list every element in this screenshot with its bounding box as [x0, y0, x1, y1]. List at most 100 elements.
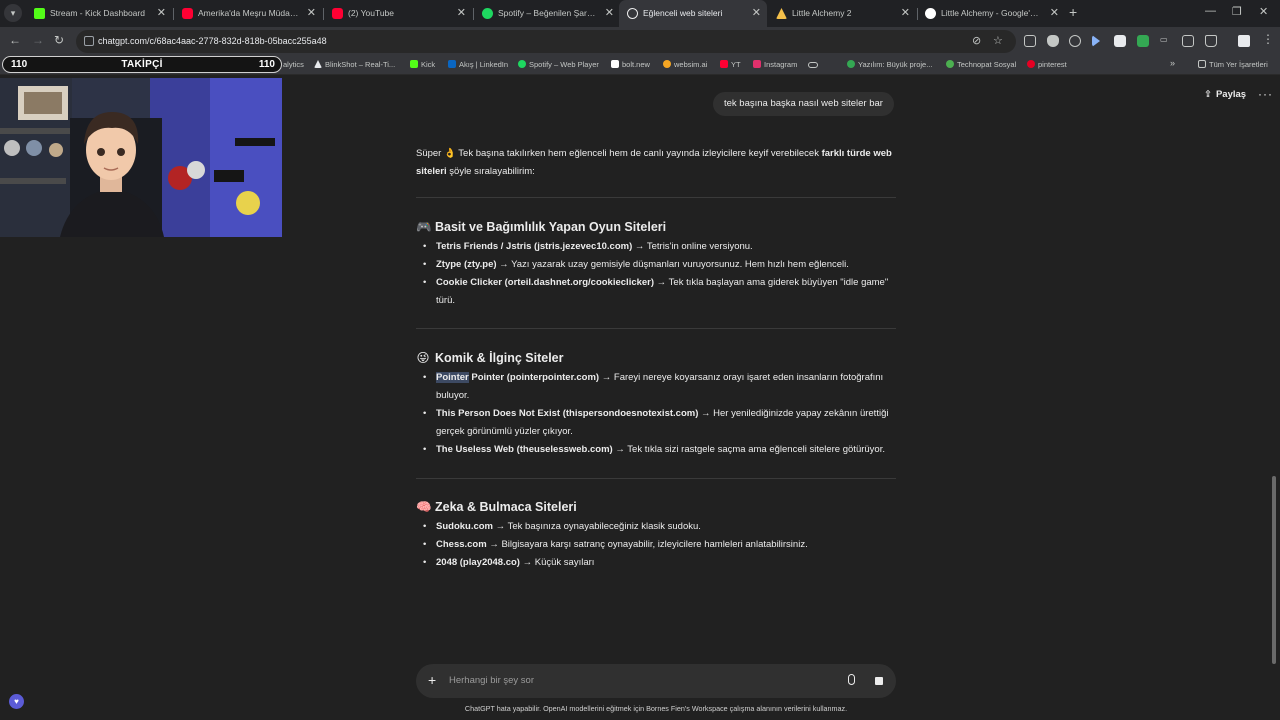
- bookmark-websim[interactable]: websim.ai: [663, 60, 707, 69]
- stop-icon: [875, 677, 883, 685]
- section-heading: 😜 Komik & İlginç Siteler: [416, 351, 564, 365]
- divider: [416, 197, 896, 198]
- close-icon[interactable]: ✕: [901, 6, 910, 19]
- tab-search-button[interactable]: ▾: [4, 4, 22, 22]
- tab-google-search[interactable]: Little Alchemy - Google'da Ara ✕: [917, 0, 1065, 27]
- url-text[interactable]: chatgpt.com/c/68ac4aac-2778-832d-818b-05…: [98, 36, 327, 46]
- prompt-input[interactable]: Herhangi bir şey sor: [449, 675, 534, 686]
- bookmark-linkedin[interactable]: Akış | LinkedIn: [448, 60, 508, 69]
- divider: [416, 328, 896, 329]
- bookmark-analytics[interactable]: alytics: [283, 60, 304, 69]
- tab-strip: ▾ Stream - Kick Dashboard ✕ Amerika'da M…: [0, 0, 1280, 27]
- list-item: 2048 (play2048.co) → Küçük sayıları: [416, 554, 896, 572]
- address-bar[interactable]: chatgpt.com/c/68ac4aac-2778-832d-818b-05…: [76, 30, 1016, 53]
- help-bubble-icon[interactable]: ♥: [9, 694, 24, 709]
- bolt-icon: [611, 60, 619, 68]
- list-item: Tetris Friends / Jstris (jstris.jezevec1…: [416, 238, 896, 256]
- site-name[interactable]: Pointer (pointerpointer.com): [469, 372, 599, 383]
- close-icon[interactable]: ✕: [157, 6, 166, 19]
- site-name[interactable]: Sudoku.com: [436, 521, 493, 532]
- sidebar-icon[interactable]: [1182, 35, 1194, 47]
- site-name[interactable]: Tetris Friends / Jstris (jstris.jezevec1…: [436, 241, 632, 252]
- list-item: The Useless Web (theuselessweb.com) → Te…: [416, 441, 896, 459]
- close-icon[interactable]: ✕: [752, 6, 761, 19]
- follower-label: TAKİPÇİ: [121, 59, 163, 70]
- alchemy-icon: [776, 8, 787, 19]
- more-options-icon[interactable]: ···: [1258, 87, 1273, 101]
- forward-button[interactable]: →: [32, 33, 44, 47]
- close-icon[interactable]: ✕: [457, 6, 466, 19]
- list-item: This Person Does Not Exist (thispersondo…: [416, 405, 896, 441]
- restore-button[interactable]: ❐: [1232, 5, 1242, 18]
- microphone-icon[interactable]: [848, 674, 855, 685]
- share-button[interactable]: ⇪ Paylaş: [1204, 89, 1246, 100]
- site-name[interactable]: 2048 (play2048.co): [436, 557, 520, 568]
- bookmark-blinkshot[interactable]: BlinkShot – Real-Ti...: [314, 60, 395, 69]
- bookmark-yt[interactable]: YT: [720, 60, 741, 69]
- technopat-icon: [946, 60, 954, 68]
- site-name[interactable]: This Person Does Not Exist (thispersondo…: [436, 408, 698, 419]
- reload-button[interactable]: ↻: [54, 33, 64, 47]
- bookmark-kick[interactable]: Kick: [410, 60, 435, 69]
- google-icon: [925, 8, 936, 19]
- tab-youtube[interactable]: (2) YouTube ✕: [324, 0, 472, 27]
- game-controller-icon: 🎮: [416, 220, 432, 234]
- tab-chatgpt-active[interactable]: Eğlenceli web siteleri ✕: [619, 0, 767, 27]
- all-bookmarks-button[interactable]: Tüm Yer İşaretleri: [1198, 60, 1268, 69]
- browser-toolbar: ← → ↻ chatgpt.com/c/68ac4aac-2778-832d-8…: [0, 27, 1280, 56]
- spotify-icon: [482, 8, 493, 19]
- close-icon[interactable]: ✕: [1050, 6, 1059, 19]
- bookmarks-overflow-icon[interactable]: »: [1170, 58, 1175, 68]
- tab-youtube-video[interactable]: Amerika'da Meşru Müdafaa - Y ✕: [174, 0, 322, 27]
- lens-extension-icon[interactable]: [1024, 35, 1036, 47]
- new-tab-button[interactable]: +: [1069, 4, 1077, 20]
- site-list: Tetris Friends / Jstris (jstris.jezevec1…: [416, 238, 896, 310]
- extension-icon[interactable]: [1069, 35, 1081, 47]
- eye-off-icon[interactable]: ⊘: [972, 34, 981, 47]
- bookmark-bolt[interactable]: bolt.new: [611, 60, 650, 69]
- prompt-composer[interactable]: + Herhangi bir şey sor: [416, 664, 896, 698]
- selected-text[interactable]: Pointer: [436, 372, 469, 383]
- play-extension-icon[interactable]: [1092, 35, 1100, 47]
- chatgpt-icon: [627, 8, 638, 19]
- puzzle-icon[interactable]: [1205, 35, 1217, 47]
- bookmark-instagram[interactable]: Instagram: [753, 60, 797, 69]
- youtube-icon: [720, 60, 728, 68]
- close-icon[interactable]: ✕: [605, 6, 614, 19]
- bookmark-yazilim[interactable]: Yazılım: Büyük proje...: [847, 60, 932, 69]
- more-extensions-icon[interactable]: ▭: [1160, 35, 1172, 47]
- add-attachment-button[interactable]: +: [428, 672, 436, 688]
- tab-kick-dashboard[interactable]: Stream - Kick Dashboard ✕: [26, 0, 172, 27]
- tab-spotify[interactable]: Spotify – Beğenilen Şarkılar ✕: [474, 0, 620, 27]
- back-button[interactable]: ←: [9, 33, 21, 47]
- bookmark-pinterest[interactable]: pinterest: [1027, 60, 1067, 69]
- minimize-button[interactable]: —: [1205, 5, 1216, 17]
- site-name[interactable]: Cookie Clicker (orteil.dashnet.org/cooki…: [436, 277, 654, 288]
- site-info-icon[interactable]: [84, 36, 94, 46]
- bookmark-spotify[interactable]: Spotify – Web Player: [518, 60, 599, 69]
- answer-intro: Süper 👌 Tek başına takılırken hem eğlenc…: [416, 148, 892, 177]
- list-item: Cookie Clicker (orteil.dashnet.org/cooki…: [416, 274, 896, 310]
- bookmark-technopat[interactable]: Technopat Sosyal: [946, 60, 1016, 69]
- extension-icon[interactable]: [1114, 35, 1126, 47]
- tab-little-alchemy[interactable]: Little Alchemy 2 ✕: [768, 0, 916, 27]
- window-close-button[interactable]: ✕: [1259, 5, 1268, 18]
- site-name[interactable]: Ztype (zty.pe): [436, 259, 497, 270]
- stop-generating-button[interactable]: [868, 670, 890, 692]
- close-icon[interactable]: ✕: [307, 6, 316, 19]
- profile-avatar[interactable]: [1238, 35, 1250, 47]
- share-icon: ⇪: [1204, 89, 1212, 100]
- pinterest-icon: [1027, 60, 1035, 68]
- site-list: Pointer Pointer (pointerpointer.com) → F…: [416, 369, 896, 459]
- site-name[interactable]: Chess.com: [436, 539, 487, 550]
- site-name[interactable]: The Useless Web (theuselessweb.com): [436, 444, 613, 455]
- bookmark-link[interactable]: [808, 60, 821, 69]
- section-heading: 🧠 Zeka & Bulmaca Siteleri: [416, 500, 577, 514]
- user-message: tek başına başka nasıl web siteler bar: [713, 92, 894, 116]
- bookmark-star-icon[interactable]: ☆: [993, 34, 1003, 47]
- extension-icon[interactable]: [1137, 35, 1149, 47]
- scrollbar-thumb[interactable]: [1272, 476, 1276, 664]
- shield-extension-icon[interactable]: [1047, 35, 1059, 47]
- list-item: Ztype (zty.pe) → Yazı yazarak uzay gemis…: [416, 256, 896, 274]
- browser-menu-icon[interactable]: ⋮: [1262, 32, 1274, 46]
